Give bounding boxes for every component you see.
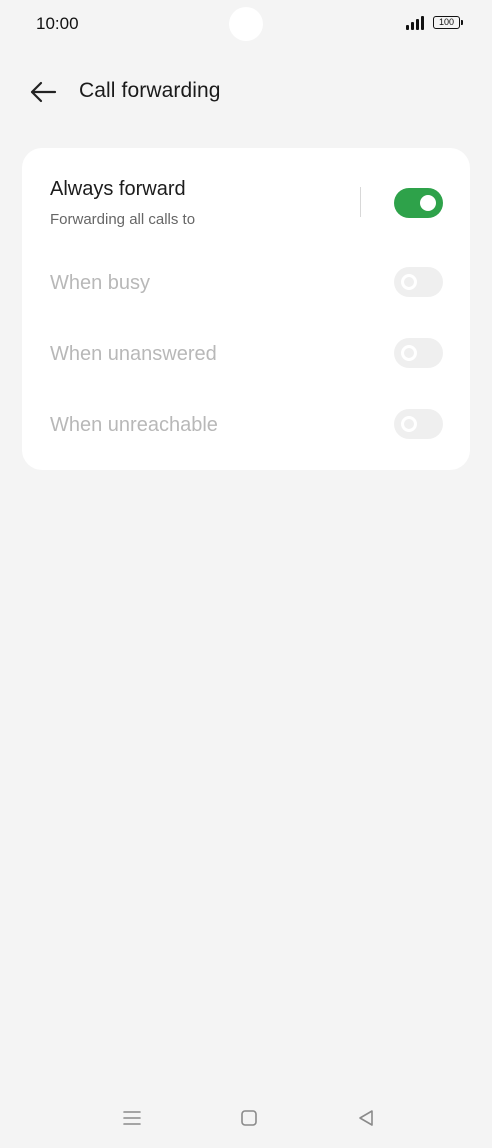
- option-title: Always forward: [50, 178, 186, 200]
- status-time: 10:00: [36, 14, 79, 33]
- menu-icon: [123, 1111, 141, 1125]
- camera-cutout: [229, 7, 263, 41]
- option-title: When unanswered: [50, 343, 217, 365]
- forwarding-options-card: Always forward Forwarding all calls to W…: [22, 148, 470, 470]
- toggle-knob: [401, 274, 417, 290]
- option-when-unreachable[interactable]: When unreachable: [22, 399, 470, 470]
- when-unreachable-toggle[interactable]: [394, 409, 443, 439]
- option-title: When busy: [50, 272, 151, 294]
- when-unanswered-toggle[interactable]: [394, 338, 443, 368]
- always-forward-toggle[interactable]: [394, 188, 443, 218]
- toggle-knob: [401, 416, 417, 432]
- back-icon: [359, 1110, 373, 1126]
- option-subtitle: Forwarding all calls to: [50, 211, 196, 228]
- toggle-knob: [401, 345, 417, 361]
- option-always-forward[interactable]: Always forward Forwarding all calls to: [22, 148, 470, 258]
- system-back-button[interactable]: [352, 1104, 380, 1132]
- page-title: Call forwarding: [79, 79, 221, 102]
- battery-icon: 100: [433, 16, 463, 29]
- status-bar: 10:00 100: [0, 0, 492, 48]
- battery-level: 100: [438, 17, 455, 27]
- recents-button[interactable]: [118, 1104, 146, 1132]
- back-button[interactable]: [26, 76, 60, 108]
- app-header: Call forwarding: [0, 64, 492, 120]
- arrow-left-icon: [30, 81, 57, 103]
- row-divider: [360, 187, 361, 217]
- option-title: When unreachable: [50, 414, 218, 436]
- home-button[interactable]: [235, 1104, 263, 1132]
- option-when-unanswered[interactable]: When unanswered: [22, 328, 470, 399]
- when-busy-toggle[interactable]: [394, 267, 443, 297]
- option-when-busy[interactable]: When busy: [22, 258, 470, 328]
- toggle-knob: [420, 195, 436, 211]
- navigation-bar: [0, 1094, 492, 1142]
- signal-icon: [406, 16, 428, 30]
- home-icon: [241, 1110, 257, 1126]
